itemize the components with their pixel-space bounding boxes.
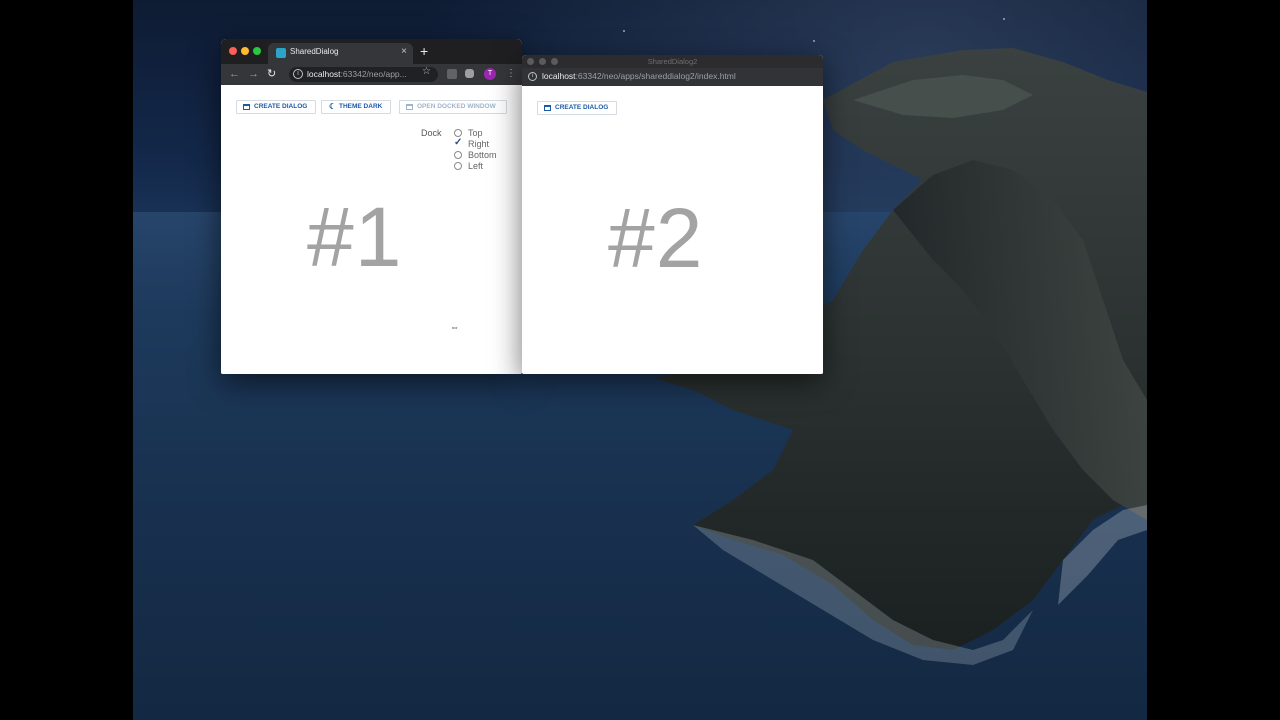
browser-menu-icon[interactable]: ⋮ <box>506 67 516 81</box>
extensions-puzzle-icon[interactable] <box>465 69 474 78</box>
window-number-label: #2 <box>608 191 704 285</box>
page-content-1: CREATE DIALOG ☾ THEME DARK OPEN DOCKED W… <box>221 85 522 374</box>
zoom-window-button[interactable] <box>253 47 261 55</box>
dock-option-label: Right <box>468 139 490 149</box>
moon-icon: ☾ <box>329 102 337 111</box>
bookmark-star-icon[interactable]: ☆ <box>422 66 431 78</box>
minimize-window-button[interactable] <box>241 47 249 55</box>
theme-dark-button[interactable]: ☾ THEME DARK <box>321 100 391 114</box>
dock-option-label: Bottom <box>468 150 497 160</box>
new-tab-button[interactable]: + <box>420 44 428 58</box>
dock-label: Dock <box>421 128 442 138</box>
profile-avatar[interactable]: T <box>484 68 496 80</box>
browser-window-shared-dialog: SharedDialog × + ← → ↻ i localhost:63342… <box>221 39 522 374</box>
radio-empty-icon[interactable] <box>454 129 462 137</box>
star-dot <box>623 30 625 32</box>
tab-close-icon[interactable]: × <box>401 46 407 58</box>
docked-window-icon <box>406 104 413 110</box>
radio-empty-icon[interactable] <box>454 162 462 170</box>
window-number-label: #1 <box>307 190 403 284</box>
checkmark-icon[interactable]: ✓ <box>454 137 462 149</box>
screen: SharedDialog × + ← → ↻ i localhost:63342… <box>0 0 1280 720</box>
browser-window-shared-dialog-2: SharedDialog2 i localhost:63342/neo/apps… <box>522 55 823 374</box>
address-bar[interactable]: i localhost:63342/neo/app... <box>289 67 438 82</box>
dock-option-label: Top <box>468 128 483 138</box>
tab-bar: SharedDialog × + <box>221 39 522 64</box>
create-dialog-button[interactable]: CREATE DIALOG <box>236 100 316 114</box>
dock-option-label: Left <box>468 161 484 171</box>
address-url: localhost:63342/neo/apps/shareddialog2/i… <box>542 71 736 81</box>
site-info-icon[interactable]: i <box>528 72 537 81</box>
open-docked-window-label: OPEN DOCKED WINDOW <box>417 103 496 110</box>
tab-title: SharedDialog <box>290 47 339 56</box>
extension-g-icon[interactable] <box>447 69 457 79</box>
forward-arrow-icon[interactable]: → <box>248 67 259 81</box>
create-dialog-button[interactable]: CREATE DIALOG <box>537 101 617 115</box>
reload-icon[interactable]: ↻ <box>267 67 276 81</box>
close-window-button[interactable] <box>229 47 237 55</box>
page-content-2: CREATE DIALOG #2 <box>522 86 823 374</box>
window-title-bar: SharedDialog2 <box>522 55 823 68</box>
window-title: SharedDialog2 <box>647 57 698 66</box>
window-icon <box>544 105 551 111</box>
tab-shared-dialog[interactable]: SharedDialog × <box>268 43 413 64</box>
resize-cursor-icon: ⇔ <box>450 322 459 332</box>
star-dot <box>813 40 815 42</box>
star-dot <box>1003 18 1005 20</box>
create-dialog-label: CREATE DIALOG <box>254 103 308 110</box>
browser-toolbar: ← → ↻ i localhost:63342/neo/app... ☆ T ⋮ <box>221 64 522 85</box>
back-arrow-icon[interactable]: ← <box>229 67 240 81</box>
create-dialog-label: CREATE DIALOG <box>555 104 609 111</box>
window-icon <box>243 104 250 110</box>
radio-empty-icon[interactable] <box>454 151 462 159</box>
site-info-icon[interactable]: i <box>293 69 303 79</box>
address-bar[interactable]: i localhost:63342/neo/apps/shareddialog2… <box>522 68 823 86</box>
theme-dark-label: THEME DARK <box>339 103 383 110</box>
open-docked-window-button[interactable]: OPEN DOCKED WINDOW <box>399 100 507 114</box>
app-favicon-icon <box>276 48 286 58</box>
address-url: localhost:63342/neo/app... <box>307 69 407 79</box>
